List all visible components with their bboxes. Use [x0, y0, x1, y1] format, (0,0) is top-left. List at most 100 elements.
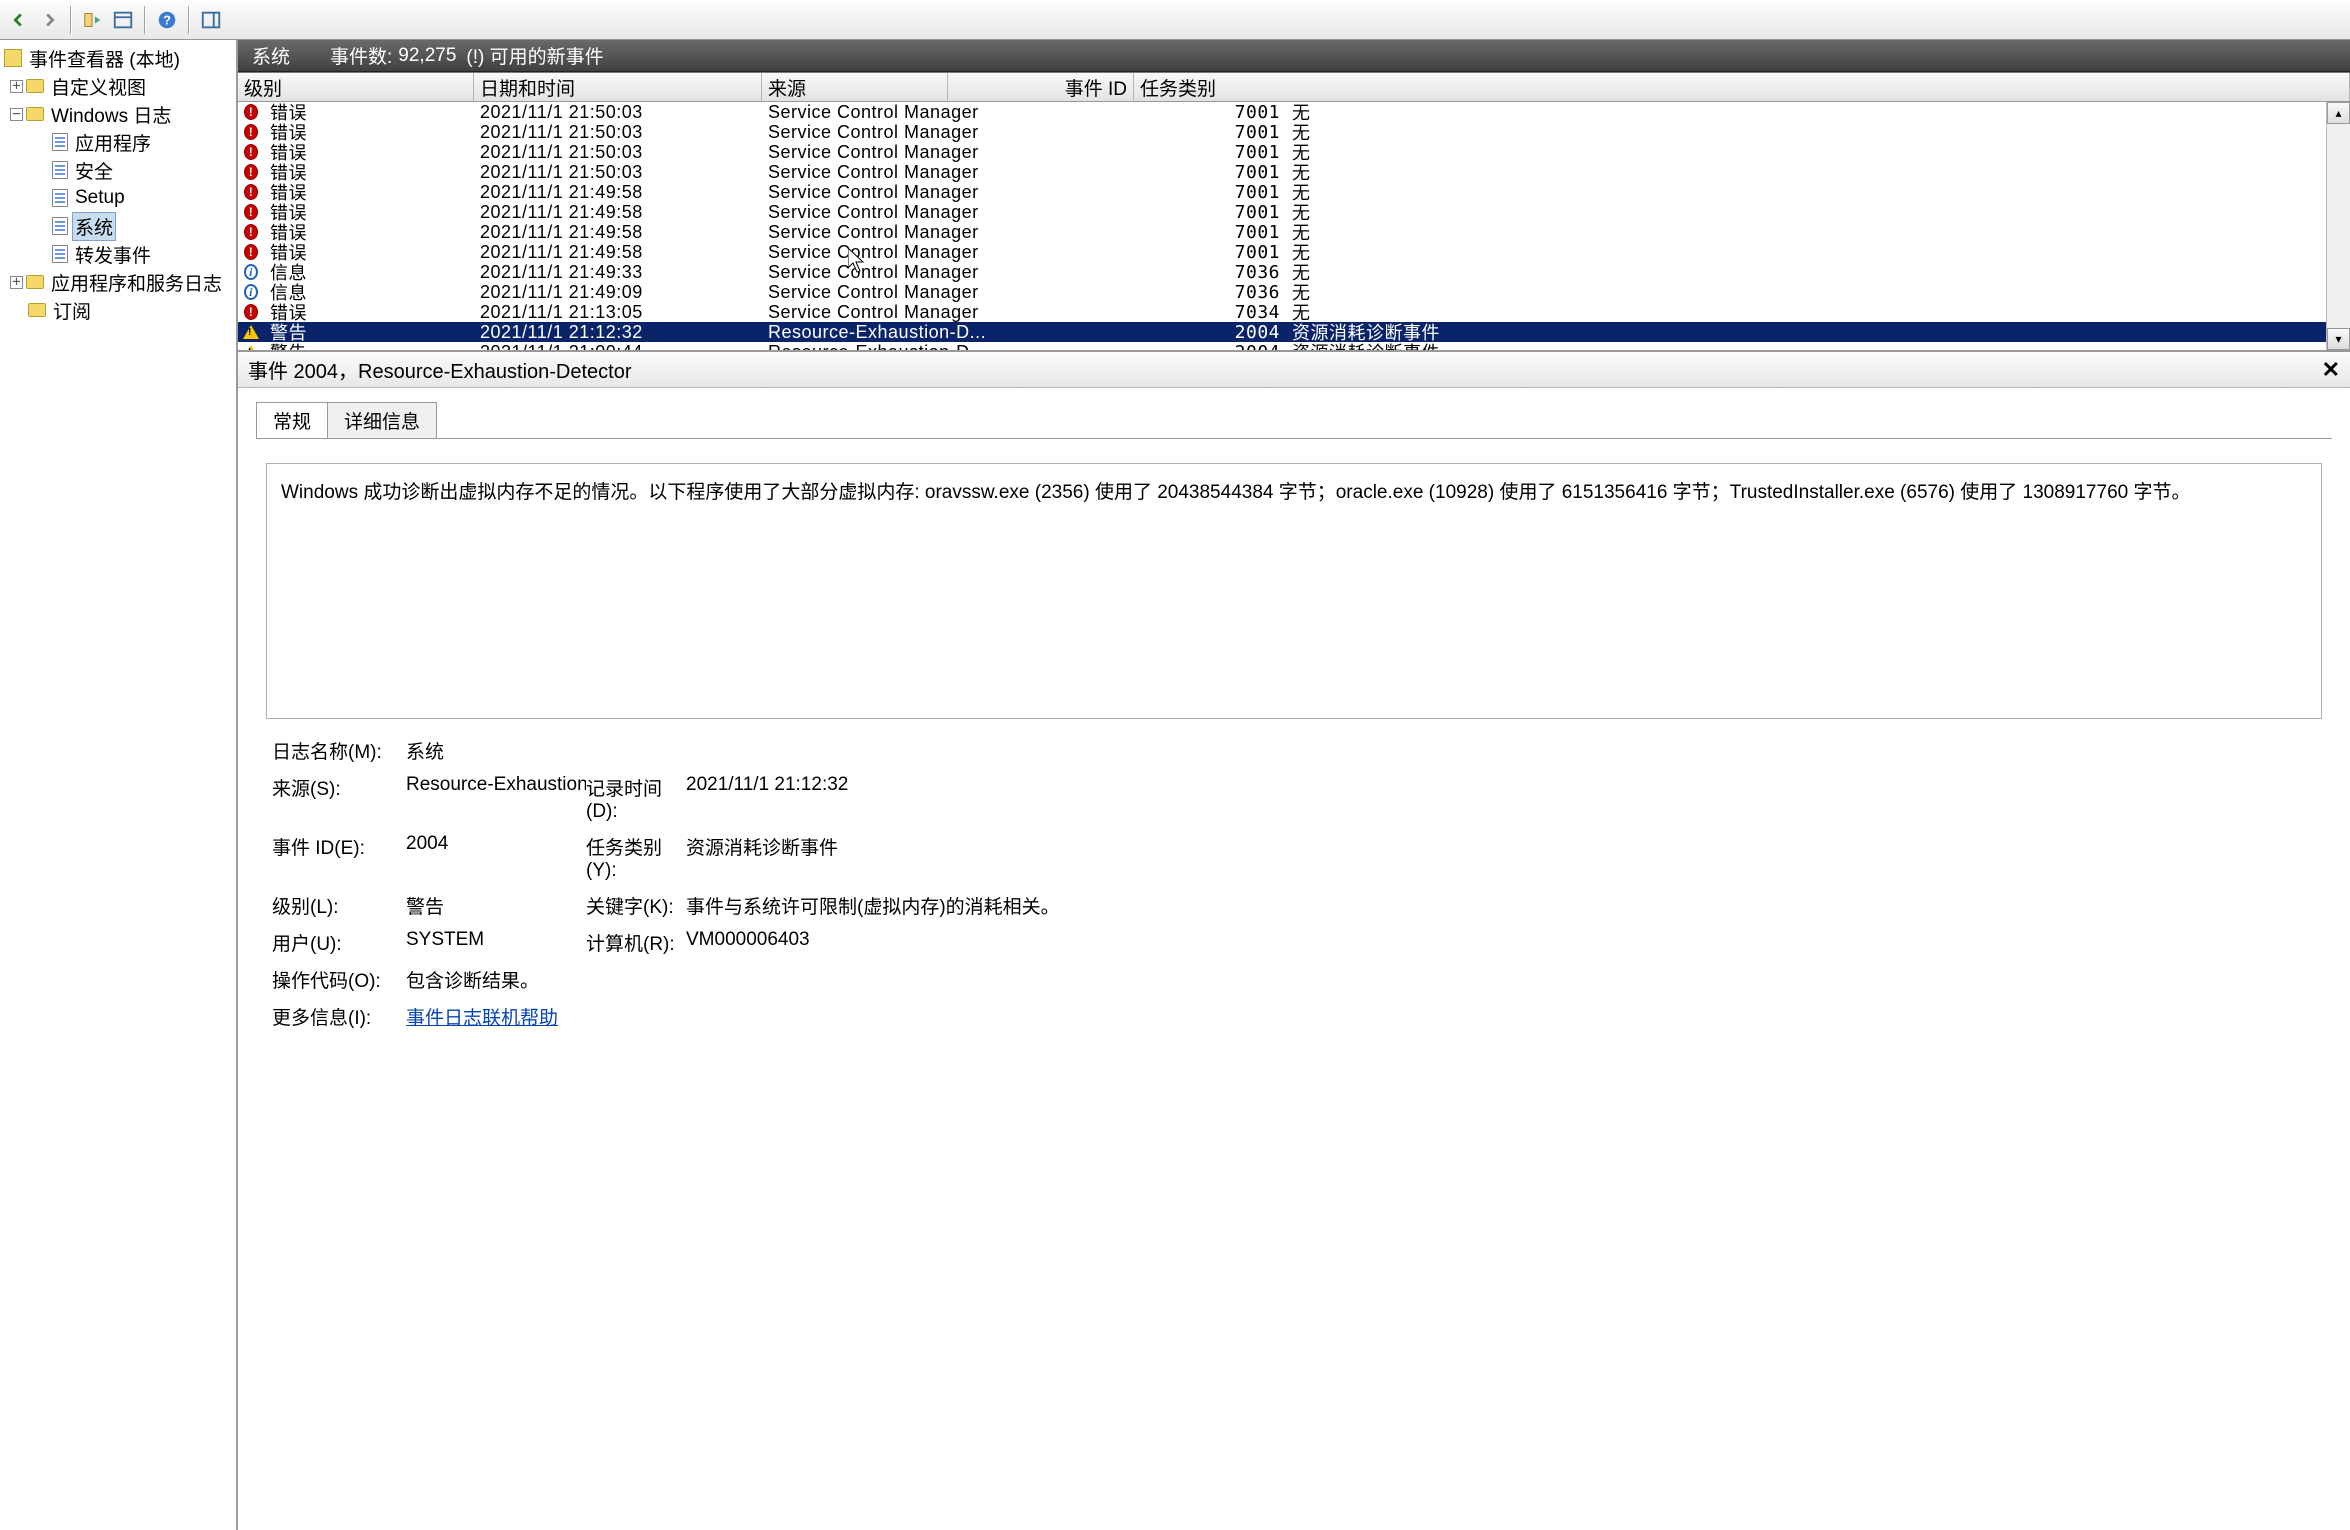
tree-label: 订阅: [50, 297, 94, 324]
value-task-cat: 资源消耗诊断事件: [686, 833, 2332, 882]
row-datetime: 2021/11/1 21:12:32: [474, 322, 762, 343]
tree-label: 事件查看器 (本地): [26, 45, 183, 72]
row-icon-cell: !: [238, 244, 264, 260]
svg-text:?: ?: [163, 12, 171, 27]
detail-pane: 事件 2004，Resource-Exhaustion-Detector ✕ 常…: [238, 352, 2350, 1530]
toolbar: ?: [0, 0, 2350, 40]
tree-windows-logs[interactable]: − Windows 日志: [0, 100, 236, 128]
col-task[interactable]: 任务类别: [1134, 73, 2350, 101]
close-icon[interactable]: ✕: [2322, 357, 2340, 383]
info-icon: i: [244, 284, 258, 300]
folder-icon: [28, 303, 46, 317]
row-event-id: 7001: [1100, 162, 1286, 183]
row-icon-cell: !: [238, 144, 264, 160]
tree-application-log[interactable]: 应用程序: [0, 128, 236, 156]
row-event-id: 7036: [1100, 262, 1286, 283]
tree-label: 安全: [72, 157, 116, 184]
tree-setup-log[interactable]: Setup: [0, 184, 236, 212]
vertical-scrollbar[interactable]: ▴ ▾: [2326, 102, 2350, 350]
main-container: 事件查看器 (本地) + 自定义视图 − Windows 日志 应用程序 安全 …: [0, 40, 2350, 1530]
more-info-link[interactable]: 事件日志联机帮助: [406, 1003, 2332, 1030]
event-count: 92,275: [398, 45, 456, 67]
toolbar-separator: [188, 6, 190, 34]
tree-label: 应用程序和服务日志: [48, 269, 225, 296]
label-opcode: 操作代码(O):: [272, 966, 406, 993]
row-datetime: 2021/11/1 21:49:58: [474, 182, 762, 203]
log-icon: [52, 133, 68, 151]
event-row[interactable]: 警告2021/11/1 21:00:44Resource-Exhaustion-…: [238, 342, 2350, 352]
detail-tabs: 常规 详细信息: [256, 402, 2350, 438]
row-source: Service Control Manager: [762, 202, 1100, 223]
expand-icon[interactable]: +: [10, 276, 23, 289]
tree-system-log[interactable]: 系统: [0, 212, 236, 240]
row-icon-cell: !: [238, 304, 264, 320]
tree-label: 应用程序: [72, 129, 154, 156]
warning-icon: [243, 345, 259, 352]
event-list: !错误2021/11/1 21:50:03Service Control Man…: [238, 102, 2350, 352]
tab-label: 常规: [273, 412, 311, 433]
label-record-time: 记录时间(D):: [586, 774, 686, 823]
row-datetime: 2021/11/1 21:13:05: [474, 302, 762, 323]
row-event-id: 7001: [1100, 242, 1286, 263]
row-icon-cell: [238, 345, 264, 352]
collapse-icon[interactable]: −: [10, 108, 23, 121]
error-icon: !: [244, 184, 258, 200]
tab-details[interactable]: 详细信息: [327, 402, 437, 438]
col-level[interactable]: 级别: [238, 73, 474, 101]
value-user: SYSTEM: [406, 929, 586, 956]
value-level: 警告: [406, 892, 586, 919]
col-label: 事件 ID: [1065, 74, 1127, 101]
label-event-id: 事件 ID(E):: [272, 833, 406, 882]
tree-app-service-logs[interactable]: + 应用程序和服务日志: [0, 268, 236, 296]
tree-label: 自定义视图: [48, 73, 149, 100]
toolbar-separator: [70, 6, 72, 34]
log-icon: [52, 245, 68, 263]
col-label: 任务类别: [1140, 74, 1216, 101]
row-source: Service Control Manager: [762, 142, 1100, 163]
tree-custom-views[interactable]: + 自定义视图: [0, 72, 236, 100]
scroll-down-button[interactable]: ▾: [2327, 328, 2350, 350]
tree-root[interactable]: 事件查看器 (本地): [0, 44, 236, 72]
log-icon: [52, 217, 68, 235]
col-event-id[interactable]: 事件 ID: [948, 73, 1134, 101]
expand-icon[interactable]: +: [10, 80, 23, 93]
value-source: Resource-Exhaustion-Dete: [406, 774, 586, 823]
row-icon-cell: i: [238, 264, 264, 280]
help-button[interactable]: ?: [152, 5, 182, 35]
label-user: 用户(U):: [272, 929, 406, 956]
description-text: Windows 成功诊断出虚拟内存不足的情况。以下程序使用了大部分虚拟内存: o…: [281, 482, 2190, 503]
row-event-id: 7001: [1100, 102, 1286, 123]
tree-forwarded-events[interactable]: 转发事件: [0, 240, 236, 268]
tab-general[interactable]: 常规: [256, 402, 328, 438]
col-datetime[interactable]: 日期和时间: [474, 73, 762, 101]
value-log-name: 系统: [406, 737, 2332, 764]
row-icon-cell: !: [238, 164, 264, 180]
action-pane-button[interactable]: [196, 5, 226, 35]
error-icon: !: [244, 204, 258, 220]
warning-icon: [243, 325, 259, 339]
scroll-up-button[interactable]: ▴: [2327, 102, 2350, 124]
row-datetime: 2021/11/1 21:00:44: [474, 342, 762, 353]
value-record-time: 2021/11/1 21:12:32: [686, 774, 2332, 823]
show-hide-tree-button[interactable]: [78, 5, 108, 35]
tree-security-log[interactable]: 安全: [0, 156, 236, 184]
properties-button[interactable]: [108, 5, 138, 35]
folder-icon: [26, 107, 44, 121]
row-event-id: 2004: [1100, 322, 1286, 343]
row-icon-cell: [238, 325, 264, 339]
col-source[interactable]: 来源: [762, 73, 948, 101]
tree-label: Setup: [72, 187, 128, 209]
row-source: Service Control Manager: [762, 262, 1100, 283]
forward-button[interactable]: [34, 5, 64, 35]
new-events-indicator: (!) 可用的新事件: [466, 42, 603, 69]
row-source: Service Control Manager: [762, 162, 1100, 183]
row-event-id: 7001: [1100, 182, 1286, 203]
back-button[interactable]: [4, 5, 34, 35]
log-header-bar: 系统 事件数: 92,275 (!) 可用的新事件: [238, 40, 2350, 72]
scroll-track[interactable]: [2327, 124, 2350, 328]
tree-panel: 事件查看器 (本地) + 自定义视图 − Windows 日志 应用程序 安全 …: [0, 40, 238, 1530]
row-event-id: 7001: [1100, 202, 1286, 223]
row-datetime: 2021/11/1 21:49:33: [474, 262, 762, 283]
tree-subscriptions[interactable]: 订阅: [0, 296, 236, 324]
row-icon-cell: !: [238, 104, 264, 120]
